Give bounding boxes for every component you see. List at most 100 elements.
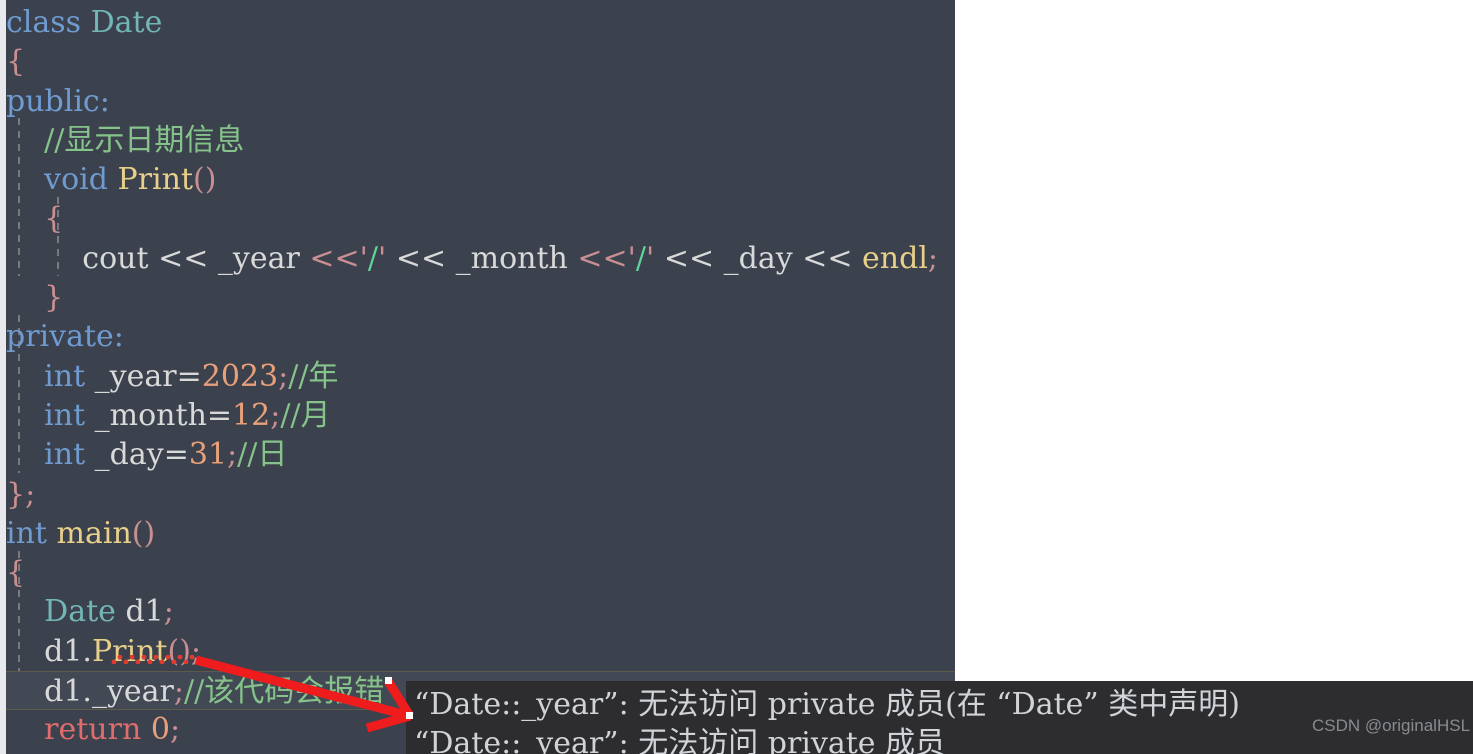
code-editor-pane[interactable]: class Date{public: //显示日期信息 void Print()… <box>0 0 955 754</box>
code-token: { <box>6 555 26 591</box>
code-line[interactable]: int _month=12;//月 <box>6 396 955 435</box>
code-line[interactable]: { <box>6 42 955 81</box>
code-token: _day <box>714 240 803 276</box>
code-token: _month <box>446 240 578 276</box>
code-token: int <box>44 358 86 394</box>
code-token: 31 <box>188 437 228 473</box>
code-token: << <box>309 240 360 276</box>
code-token: 12 <box>232 397 271 433</box>
code-token: ; <box>173 674 185 710</box>
code-token: : <box>99 83 110 119</box>
code-token: 0 <box>150 712 170 748</box>
code-token: endl <box>862 240 928 276</box>
code-token: () <box>131 515 156 551</box>
code-line[interactable]: class Date <box>6 3 955 42</box>
code-token: ; <box>169 712 181 748</box>
code-token: //月 <box>280 397 331 433</box>
code-token: d1 <box>115 594 164 630</box>
code-token: Date <box>44 594 116 630</box>
code-token: ; <box>227 437 238 473</box>
code-line[interactable]: d1.Print(); <box>6 632 955 671</box>
code-token: () <box>193 162 217 198</box>
code-token: ; <box>270 397 281 433</box>
code-token: ; <box>163 594 174 630</box>
code-token: 2023 <box>201 358 279 394</box>
code-token: _day <box>85 437 164 473</box>
code-line[interactable]: int main() <box>6 514 955 553</box>
code-token: = <box>163 437 189 473</box>
code-token: : <box>113 319 124 355</box>
csdn-watermark: CSDN @originalHSL <box>1312 716 1471 735</box>
code-token: cout <box>6 240 159 276</box>
code-token: main <box>56 515 132 551</box>
screenshot-root: class Date{public: //显示日期信息 void Print()… <box>0 0 1473 754</box>
code-token: _year <box>85 358 177 394</box>
code-token: = <box>206 397 233 433</box>
code-token: //该代码会报错 <box>184 674 385 710</box>
code-token: //显示日期信息 <box>6 122 245 158</box>
code-line[interactable]: { <box>6 199 955 238</box>
code-token: } <box>44 280 64 316</box>
code-token: Date <box>90 5 163 40</box>
code-token: int <box>6 515 47 551</box>
code-token: //年 <box>288 358 339 394</box>
code-token: class <box>6 5 91 40</box>
code-token: int <box>44 397 86 433</box>
code-token: / <box>635 240 647 276</box>
code-line[interactable]: int _year=2023;//年 <box>6 357 955 396</box>
code-token: void <box>44 162 108 198</box>
code-token: << <box>663 240 715 276</box>
code-token: << <box>577 240 628 276</box>
code-text-area[interactable]: class Date{public: //显示日期信息 void Print()… <box>6 3 955 754</box>
code-token: public <box>6 83 100 119</box>
code-token: / <box>367 240 379 276</box>
code-token: _year <box>208 240 310 276</box>
code-token: () <box>167 633 191 669</box>
code-token: int <box>44 437 86 473</box>
code-line[interactable]: public: <box>6 82 955 121</box>
code-token: { <box>44 201 64 237</box>
code-line[interactable]: //显示日期信息 <box>6 121 955 160</box>
code-token: ' <box>359 240 368 276</box>
code-token: = <box>176 358 202 394</box>
code-token: }; <box>6 476 36 512</box>
code-token: { <box>6 44 26 80</box>
code-token: Print <box>117 162 194 198</box>
code-token: ; <box>278 358 289 394</box>
code-token: ; <box>190 633 202 669</box>
code-token: //日 <box>237 437 288 473</box>
code-token: << <box>802 240 853 276</box>
code-token: << <box>395 240 447 276</box>
code-line[interactable]: } <box>6 278 955 317</box>
code-token: return <box>44 712 142 748</box>
code-line[interactable]: void Print() <box>6 160 955 199</box>
code-line[interactable]: Date d1; <box>6 592 955 631</box>
code-token: ; <box>927 240 939 276</box>
code-line[interactable]: }; <box>6 475 955 514</box>
code-token: private <box>6 319 114 355</box>
code-token: d1. <box>6 633 92 669</box>
code-token: << <box>158 240 209 276</box>
code-line[interactable]: cout << _year <<'/' << _month <<'/' << _… <box>6 239 955 278</box>
code-line[interactable]: { <box>6 553 955 592</box>
code-token: _month <box>85 397 207 433</box>
code-line[interactable]: private: <box>6 317 955 356</box>
code-token: d1._year <box>6 674 174 710</box>
code-token: ' <box>627 240 636 276</box>
code-line[interactable]: int _day=31;//日 <box>6 435 955 474</box>
code-token: Print <box>91 633 168 669</box>
